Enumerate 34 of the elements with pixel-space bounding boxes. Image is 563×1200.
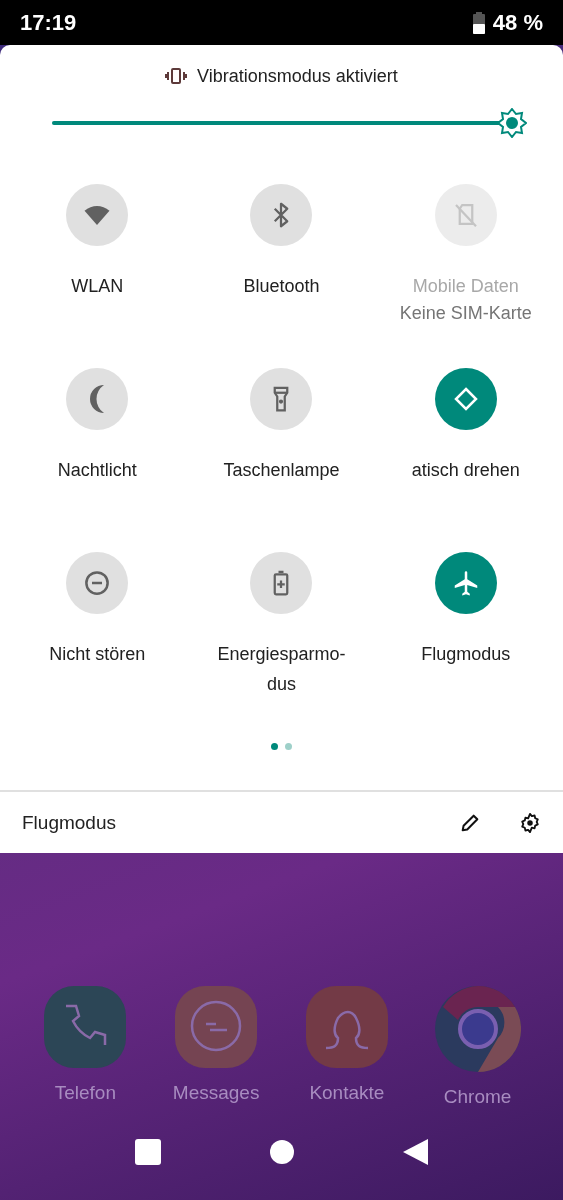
ringer-status: Vibrationsmodus aktiviert xyxy=(197,65,398,87)
contacts-app-icon[interactable] xyxy=(305,986,388,1068)
tile-label: Taschenlampe xyxy=(223,459,340,482)
app-label: Chrome xyxy=(443,1086,512,1108)
tile-label: Bluetooth xyxy=(243,275,320,298)
message-app-icon[interactable] xyxy=(175,986,258,1068)
moon-icon xyxy=(90,385,105,413)
app-label: Telefon xyxy=(54,1082,116,1104)
tile-label: Mobile Daten xyxy=(412,275,519,298)
tile-label: Nachtlicht xyxy=(57,459,137,482)
settings-button[interactable] xyxy=(519,811,541,834)
app-label: Kontakte xyxy=(309,1082,385,1104)
recents-button[interactable] xyxy=(134,1139,161,1165)
page-dot[interactable] xyxy=(285,743,292,750)
back-button[interactable] xyxy=(402,1138,429,1166)
square-icon xyxy=(134,1139,161,1165)
brightness-thumb-icon[interactable] xyxy=(497,108,527,138)
app-label: Messages xyxy=(172,1082,260,1104)
footer-status: Flugmodus xyxy=(22,811,117,834)
battery-percentage: 48 % xyxy=(492,9,543,36)
tile-sublabel: Keine SIM-Karte xyxy=(399,302,532,325)
tile-label: Energiesparmo- dus xyxy=(217,643,346,696)
battery-icon xyxy=(472,11,485,34)
tile-label: Flugmodus xyxy=(421,643,511,666)
vibrate-icon xyxy=(165,68,188,84)
page-dot[interactable] xyxy=(271,743,278,750)
tile-label: Nicht stören xyxy=(49,643,146,666)
circle-icon xyxy=(269,1140,294,1164)
tile-label: atisch drehen xyxy=(411,459,520,482)
tile-label: WLAN xyxy=(71,275,124,298)
settings-icon xyxy=(519,811,541,834)
clock: 17:19 xyxy=(20,9,77,36)
home-button[interactable] xyxy=(269,1140,294,1164)
triangle-icon xyxy=(402,1138,429,1166)
